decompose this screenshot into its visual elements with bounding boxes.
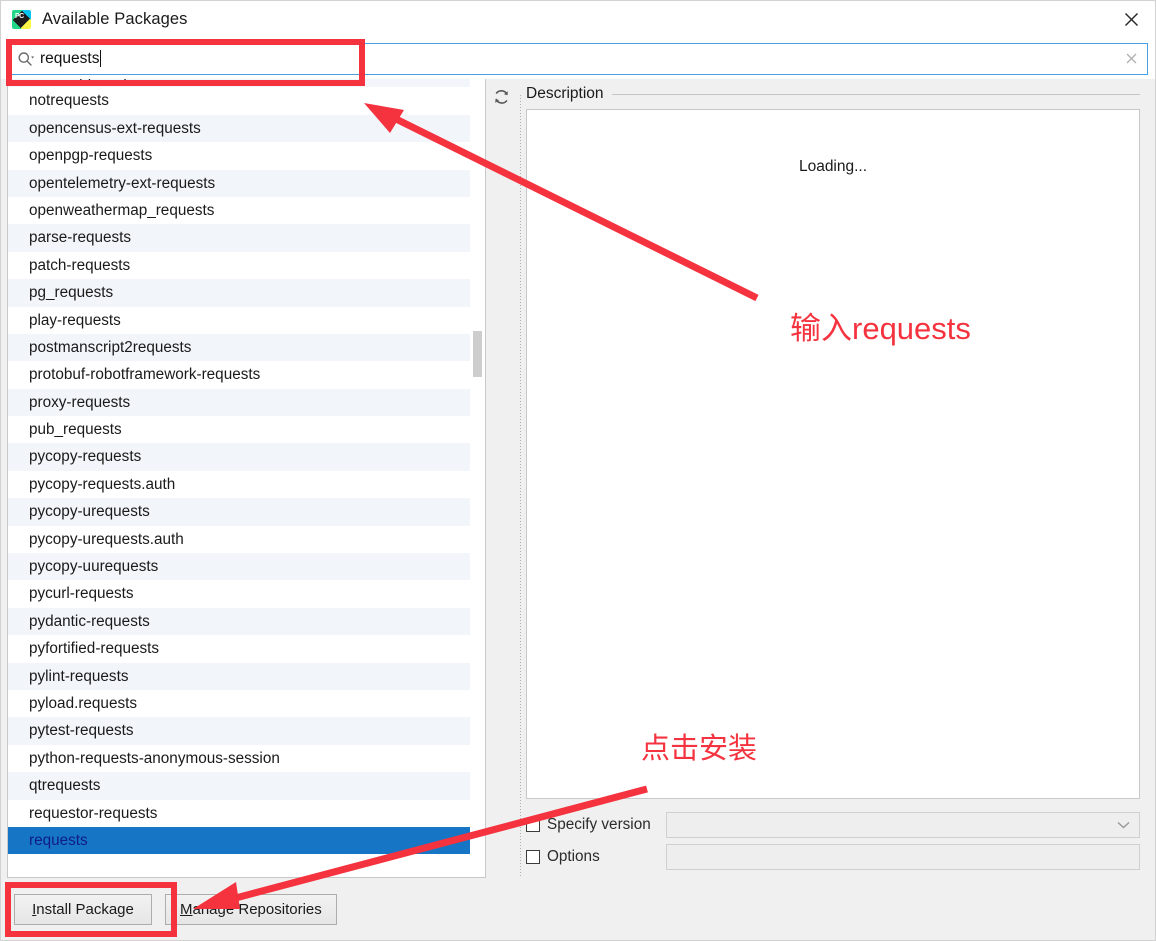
package-list-item[interactable]: pyload.requests xyxy=(8,689,470,718)
close-icon[interactable] xyxy=(1108,1,1155,38)
search-input[interactable]: requests xyxy=(7,42,1148,75)
package-list-item[interactable]: opentelemetry-ext-requests xyxy=(8,169,470,197)
install-package-button[interactable]: Install Package xyxy=(14,893,152,925)
specify-version-label: Specify version xyxy=(547,815,651,833)
package-list-item[interactable]: opencensus-ext-requests xyxy=(8,114,470,143)
package-list-item[interactable]: pg_requests xyxy=(8,279,470,307)
pane-splitter[interactable] xyxy=(517,79,526,878)
package-list-item[interactable]: pycurl-requests xyxy=(8,580,470,608)
specify-version-row: Specify version xyxy=(526,810,1140,839)
search-input-value: requests xyxy=(40,49,100,67)
options-label: Options xyxy=(547,847,600,865)
install-options: Specify version Options xyxy=(526,799,1140,878)
pycharm-icon-label: PC xyxy=(15,13,24,20)
text-caret xyxy=(100,50,102,67)
search-row: requests xyxy=(1,38,1155,79)
package-list-item[interactable]: requests xyxy=(8,826,470,855)
splitter-grip xyxy=(520,95,523,878)
package-list-item[interactable]: pycopy-urequests.auth xyxy=(8,525,470,554)
package-list-rows: nosedapp_requestsnotrequestsopencensus-e… xyxy=(8,79,470,855)
description-title: Description xyxy=(526,85,604,102)
package-list-item[interactable]: openpgp-requests xyxy=(8,142,470,170)
package-list-item[interactable]: requestor-requests xyxy=(8,799,470,827)
package-list-item[interactable]: notrequests xyxy=(8,87,470,115)
package-list-item[interactable]: patch-requests xyxy=(8,251,470,280)
package-list-item[interactable]: nosedapp_requests xyxy=(8,79,470,88)
header-separator xyxy=(611,93,1140,95)
package-list-item[interactable]: qtrequests xyxy=(8,772,470,800)
package-list-viewport: nosedapp_requestsnotrequestsopencensus-e… xyxy=(8,79,470,877)
package-list-item[interactable]: pycopy-requests xyxy=(8,443,470,471)
package-list-item[interactable]: play-requests xyxy=(8,306,470,334)
install-button-label: nstall Package xyxy=(36,900,134,918)
options-checkbox[interactable] xyxy=(526,849,540,864)
package-list-item[interactable]: openweathermap_requests xyxy=(8,196,470,225)
manage-repositories-button[interactable]: Manage Repositories xyxy=(165,893,337,925)
description-content: Loading... xyxy=(526,109,1140,799)
package-list-item[interactable]: pytest-requests xyxy=(8,717,470,745)
title-bar: PC Available Packages xyxy=(1,1,1155,38)
package-list-item[interactable]: pycopy-uurequests xyxy=(8,553,470,581)
package-list-item[interactable]: pub_requests xyxy=(8,416,470,444)
description-header: Description xyxy=(526,79,1140,109)
refresh-icon[interactable] xyxy=(489,85,514,110)
specify-version-select[interactable] xyxy=(666,811,1140,838)
options-row: Options xyxy=(526,842,1140,871)
package-list-scrollbar[interactable] xyxy=(470,79,485,877)
package-list[interactable]: nosedapp_requestsnotrequestsopencensus-e… xyxy=(7,79,486,878)
specify-version-checkbox[interactable] xyxy=(526,817,540,832)
clear-icon[interactable] xyxy=(1125,52,1138,65)
loading-text: Loading... xyxy=(798,158,868,175)
package-list-pane: nosedapp_requestsnotrequestsopencensus-e… xyxy=(7,79,486,878)
package-list-item[interactable]: python-requests-anonymous-session xyxy=(8,744,470,773)
package-list-item[interactable]: pydantic-requests xyxy=(8,607,470,636)
package-list-item[interactable]: parse-requests xyxy=(8,224,470,252)
package-list-item[interactable]: pylint-requests xyxy=(8,662,470,690)
refresh-column xyxy=(486,79,517,878)
available-packages-dialog: PC Available Packages requests notreques… xyxy=(0,0,1156,941)
options-input[interactable] xyxy=(666,843,1140,870)
manage-button-mnemonic: M xyxy=(180,900,193,918)
pycharm-icon: PC xyxy=(12,10,31,29)
package-list-item[interactable]: proxy-requests xyxy=(8,388,470,417)
package-list-item[interactable]: pycopy-requests.auth xyxy=(8,470,470,499)
description-pane: Description Loading... Specify version O… xyxy=(526,79,1155,878)
package-list-item[interactable]: pyfortified-requests xyxy=(8,635,470,663)
scrollbar-thumb[interactable] xyxy=(473,331,482,377)
package-list-item[interactable]: pycopy-urequests xyxy=(8,498,470,526)
package-list-item[interactable]: postmanscript2requests xyxy=(8,333,470,362)
manage-button-label: anage Repositories xyxy=(192,900,322,918)
package-list-item[interactable]: protobuf-robotframework-requests xyxy=(8,361,470,389)
dialog-body: nosedapp_requestsnotrequestsopencensus-e… xyxy=(1,79,1155,878)
search-icon[interactable] xyxy=(17,51,35,67)
window-title: Available Packages xyxy=(42,10,188,28)
dialog-footer: Install Package Manage Repositories xyxy=(1,878,1155,940)
chevron-down-icon xyxy=(1117,821,1130,829)
